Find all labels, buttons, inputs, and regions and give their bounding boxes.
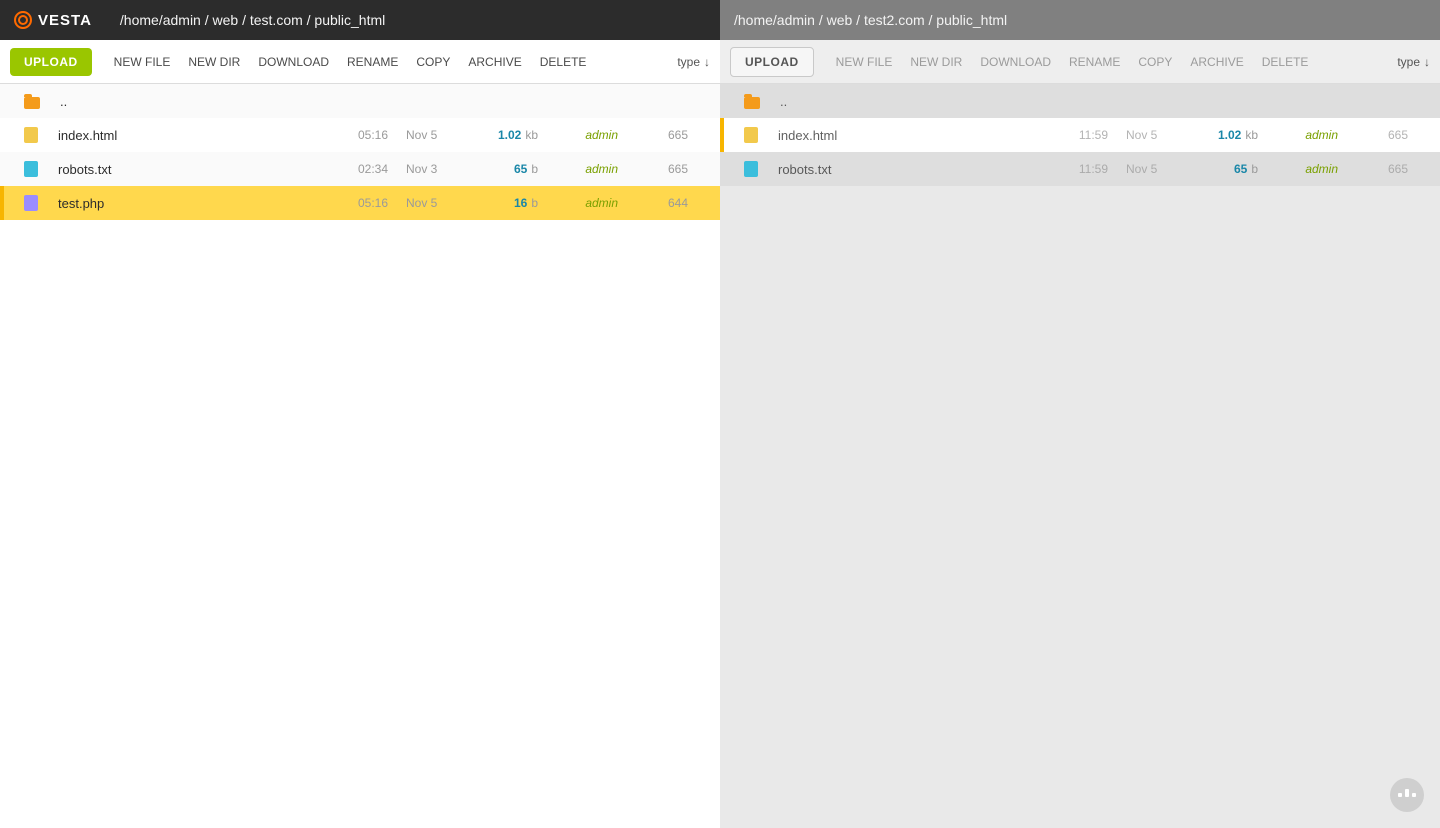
file-row[interactable]: test.php05:16Nov 516badmin644 bbox=[0, 186, 720, 220]
delete-action[interactable]: DELETE bbox=[1262, 55, 1309, 69]
file-permissions: 665 bbox=[618, 128, 688, 142]
archive-action[interactable]: ARCHIVE bbox=[1190, 55, 1243, 69]
file-size: 1.02kb bbox=[1178, 128, 1258, 142]
file-permissions: 665 bbox=[618, 162, 688, 176]
download-action[interactable]: DOWNLOAD bbox=[258, 55, 329, 69]
file-owner: admin bbox=[1258, 162, 1338, 176]
copy-action[interactable]: COPY bbox=[416, 55, 450, 69]
file-owner: admin bbox=[538, 162, 618, 176]
toolbar-actions-left: NEW FILE NEW DIR DOWNLOAD RENAME COPY AR… bbox=[114, 55, 587, 69]
file-date: Nov 5 bbox=[1108, 162, 1178, 176]
file-date: Nov 5 bbox=[1108, 128, 1178, 142]
file-permissions: 665 bbox=[1338, 162, 1408, 176]
logo-swirl-icon bbox=[14, 11, 32, 29]
file-row[interactable]: index.html05:16Nov 51.02kbadmin665 bbox=[0, 118, 720, 152]
file-size: 16b bbox=[458, 196, 538, 210]
rename-action[interactable]: RENAME bbox=[347, 55, 398, 69]
sort-label: type bbox=[1397, 55, 1420, 69]
file-name: robots.txt bbox=[778, 162, 1048, 177]
file-owner: admin bbox=[1258, 128, 1338, 142]
delete-action[interactable]: DELETE bbox=[540, 55, 587, 69]
breadcrumb-left: VESTA /home/admin / web / test.com / pub… bbox=[0, 0, 720, 40]
html-icon bbox=[744, 127, 758, 143]
toolbar-left: UPLOAD NEW FILE NEW DIR DOWNLOAD RENAME … bbox=[0, 40, 720, 84]
folder-icon bbox=[24, 97, 40, 109]
file-name: .. bbox=[780, 94, 1048, 109]
file-size: 65b bbox=[458, 162, 538, 176]
file-permissions: 665 bbox=[1338, 128, 1408, 142]
breadcrumb-path-left[interactable]: /home/admin / web / test.com / public_ht… bbox=[120, 12, 385, 28]
file-row[interactable]: index.html11:59Nov 51.02kbadmin665 bbox=[720, 118, 1440, 152]
file-name: .. bbox=[60, 94, 328, 109]
file-owner: admin bbox=[538, 196, 618, 210]
file-owner: admin bbox=[538, 128, 618, 142]
file-row[interactable]: robots.txt02:34Nov 365badmin665 bbox=[0, 152, 720, 186]
file-time: 11:59 bbox=[1048, 128, 1108, 142]
sort-label: type bbox=[677, 55, 700, 69]
file-date: Nov 5 bbox=[388, 196, 458, 210]
right-pane: /home/admin / web / test2.com / public_h… bbox=[720, 0, 1440, 828]
sort-toggle-right[interactable]: type ↓ bbox=[1397, 55, 1430, 69]
left-pane: VESTA /home/admin / web / test.com / pub… bbox=[0, 0, 720, 828]
file-time: 02:34 bbox=[328, 162, 388, 176]
file-permissions: 644 bbox=[618, 196, 688, 210]
upload-button-left[interactable]: UPLOAD bbox=[10, 48, 92, 76]
html-icon bbox=[24, 127, 38, 143]
archive-action[interactable]: ARCHIVE bbox=[468, 55, 521, 69]
file-time: 05:16 bbox=[328, 196, 388, 210]
sort-toggle-left[interactable]: type ↓ bbox=[677, 55, 710, 69]
equalizer-icon bbox=[1398, 793, 1416, 797]
sort-arrow-icon: ↓ bbox=[704, 55, 710, 69]
brand-label: VESTA bbox=[38, 12, 92, 29]
file-row[interactable]: robots.txt11:59Nov 565badmin665 bbox=[720, 152, 1440, 186]
file-name: index.html bbox=[58, 128, 328, 143]
file-time: 11:59 bbox=[1048, 162, 1108, 176]
new-file-action[interactable]: NEW FILE bbox=[836, 55, 893, 69]
vesta-logo[interactable]: VESTA bbox=[14, 11, 92, 29]
file-row[interactable]: .. bbox=[0, 84, 720, 118]
file-size: 65b bbox=[1178, 162, 1258, 176]
file-date: Nov 5 bbox=[388, 128, 458, 142]
toolbar-actions-right: NEW FILE NEW DIR DOWNLOAD RENAME COPY AR… bbox=[836, 55, 1309, 69]
folder-icon bbox=[744, 97, 760, 109]
copy-action[interactable]: COPY bbox=[1138, 55, 1172, 69]
file-name: robots.txt bbox=[58, 162, 328, 177]
rename-action[interactable]: RENAME bbox=[1069, 55, 1120, 69]
file-size: 1.02kb bbox=[458, 128, 538, 142]
breadcrumb-path-right[interactable]: /home/admin / web / test2.com / public_h… bbox=[734, 12, 1007, 28]
txt-icon bbox=[24, 161, 38, 177]
file-name: test.php bbox=[58, 196, 328, 211]
breadcrumb-right: /home/admin / web / test2.com / public_h… bbox=[720, 0, 1440, 40]
download-action[interactable]: DOWNLOAD bbox=[980, 55, 1051, 69]
floating-menu-button[interactable] bbox=[1390, 778, 1424, 812]
file-name: index.html bbox=[778, 128, 1048, 143]
sort-arrow-icon: ↓ bbox=[1424, 55, 1430, 69]
toolbar-right: UPLOAD NEW FILE NEW DIR DOWNLOAD RENAME … bbox=[720, 40, 1440, 84]
file-date: Nov 3 bbox=[388, 162, 458, 176]
new-dir-action[interactable]: NEW DIR bbox=[188, 55, 240, 69]
file-time: 05:16 bbox=[328, 128, 388, 142]
file-list-left: ..index.html05:16Nov 51.02kbadmin665robo… bbox=[0, 84, 720, 828]
new-file-action[interactable]: NEW FILE bbox=[114, 55, 171, 69]
new-dir-action[interactable]: NEW DIR bbox=[910, 55, 962, 69]
php-icon bbox=[24, 195, 38, 211]
file-list-right: ..index.html11:59Nov 51.02kbadmin665robo… bbox=[720, 84, 1440, 828]
file-row[interactable]: .. bbox=[720, 84, 1440, 118]
upload-button-right[interactable]: UPLOAD bbox=[730, 47, 814, 77]
txt-icon bbox=[744, 161, 758, 177]
